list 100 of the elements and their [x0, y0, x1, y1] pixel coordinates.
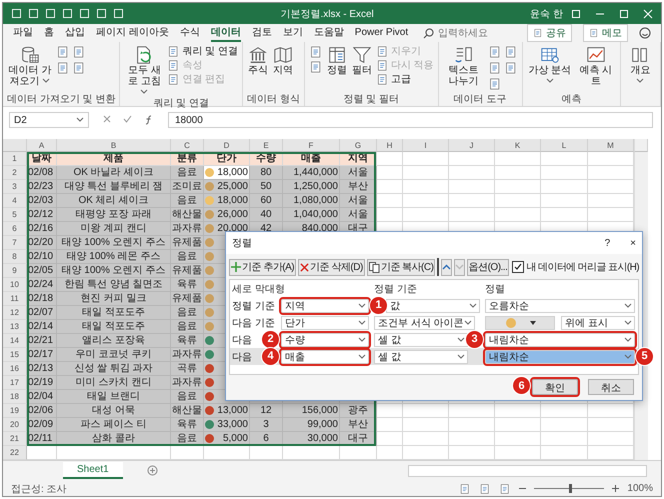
- table-cell: 02/14: [27, 320, 57, 334]
- table-cell: 조미료: [171, 180, 204, 194]
- table-cell: 유제품: [171, 236, 204, 250]
- table-cell: 60: [250, 194, 283, 208]
- table-cell: 02/13: [27, 362, 57, 376]
- table-cell: 태양 100% 오렌지 주스: [57, 264, 171, 278]
- table-cell: 02/24: [27, 278, 57, 292]
- table-cell: 156,000: [283, 404, 340, 418]
- table-cell: 02/08: [27, 166, 57, 180]
- table-cell: 02/06: [27, 404, 57, 418]
- table-cell: 대성 어묵: [57, 404, 171, 418]
- table-cell: 미왕 계피 캔디: [57, 222, 171, 236]
- table-cell: 02/19: [27, 376, 57, 390]
- table-cell: 곡류: [171, 362, 204, 376]
- table-cell: 태평양 포장 파래: [57, 208, 171, 222]
- table-cell: 서울: [340, 166, 377, 180]
- table-cell: 광주: [340, 404, 377, 418]
- table-cell: 26,000: [217, 208, 248, 221]
- column-heading: 세로 막대형: [232, 282, 286, 296]
- table-cell: 25,000: [217, 180, 248, 193]
- table-cell: 음료: [171, 194, 204, 208]
- table-cell: 우미 코코넛 쿠키: [57, 348, 171, 362]
- table-cell: 50: [250, 180, 283, 194]
- table-cell: 3: [250, 418, 283, 432]
- table-cell: 02/21: [27, 334, 57, 348]
- table-cell: 유제품: [171, 264, 204, 278]
- table-cell: 현진 커피 밀크: [57, 292, 171, 306]
- column-heading: 정렬: [485, 282, 506, 296]
- level-label: 다음: [232, 334, 252, 346]
- level-label: 정렬 기준: [232, 300, 275, 312]
- table-cell: 해산물: [171, 404, 204, 418]
- dialog-title: 정렬: [232, 237, 252, 250]
- group-label: 쿼리 및 연결: [152, 98, 210, 110]
- table-cell: 33,000: [217, 418, 248, 431]
- table-cell: 해산물: [171, 208, 204, 222]
- table-cell: 육류: [171, 418, 204, 432]
- table-cell: 40: [250, 208, 283, 222]
- group-label: 데이터 가져오기 및 변환: [7, 94, 116, 106]
- number-badge: 2: [261, 330, 280, 348]
- table-cell: 02/18: [27, 292, 57, 306]
- level-label: 다음 기준: [232, 316, 275, 330]
- table-cell: 02/04: [27, 390, 57, 404]
- table-cell: 태양 100% 오렌지 주스: [57, 236, 171, 250]
- table-cell: 1,440,000: [283, 166, 340, 180]
- table-cell: 02/23: [27, 180, 57, 194]
- table-cell: 과자류: [171, 348, 204, 362]
- number-badge: 3: [465, 330, 484, 348]
- table-cell: 1,080,000: [283, 194, 340, 208]
- table-cell: 태일 적포도주: [57, 306, 171, 320]
- level-label: 다음: [232, 350, 252, 364]
- group-label: 데이터 도구: [452, 94, 508, 106]
- table-cell: 80: [250, 166, 283, 180]
- table-cell: 12: [250, 404, 283, 418]
- table-cell: 부산: [340, 418, 377, 432]
- table-cell: 음료: [171, 250, 204, 264]
- group-label: 정렬 및 필터: [342, 94, 400, 106]
- number-badge: 6: [512, 376, 531, 395]
- table-cell: 부산: [340, 180, 377, 194]
- number-badge: 4: [261, 346, 280, 366]
- group-label: 데이터 형식: [247, 94, 300, 106]
- table-cell: 02/20: [27, 236, 57, 250]
- table-cell: 20,000: [217, 222, 248, 235]
- table-cell: 대양 특선 블루베리 잼: [57, 180, 171, 194]
- table-cell: 02/03: [27, 194, 57, 208]
- table-cell: 02/10: [27, 250, 57, 264]
- window-title: 기본정렬.xlsx - Excel: [279, 8, 375, 20]
- table-cell: 02/09: [27, 418, 57, 432]
- table-cell: 태양 100% 레몬 주스: [57, 250, 171, 264]
- table-cell: 5,000: [222, 432, 248, 445]
- table-cell: 한림 특선 양념 칠면조: [57, 278, 171, 292]
- table-cell: 과자류: [171, 376, 204, 390]
- table-cell: 1,040,000: [283, 208, 340, 222]
- table-cell: 13,000: [217, 404, 248, 417]
- table-cell: 앨리스 포장육: [57, 334, 171, 348]
- table-cell: 99,000: [283, 418, 340, 432]
- table-cell: 1,250,000: [283, 180, 340, 194]
- table-cell: 파스 페이스 티: [57, 418, 171, 432]
- table-cell: 음료: [171, 390, 204, 404]
- table-cell: 18,000: [217, 166, 248, 179]
- table-cell: 음료: [171, 166, 204, 180]
- table-cell: OK 체리 셰이크: [57, 194, 171, 208]
- table-cell: 02/07: [27, 306, 57, 320]
- table-cell: 18,000: [217, 194, 248, 207]
- table-cell: 02/05: [27, 264, 57, 278]
- table-cell: 02/16: [27, 222, 57, 236]
- group-label: 예측: [560, 94, 582, 106]
- table-cell: 음료: [171, 306, 204, 320]
- table-cell: 미미 스카치 캔디: [57, 376, 171, 390]
- table-cell: 과자류: [171, 222, 204, 236]
- table-cell: 육류: [171, 334, 204, 348]
- table-cell: 서울: [340, 208, 377, 222]
- table-cell: 02/17: [27, 348, 57, 362]
- table-cell: 태일 브랜디: [57, 390, 171, 404]
- table-cell: 서울: [340, 194, 377, 208]
- column-heading: 정렬 기준: [374, 282, 418, 296]
- number-badge: 1: [369, 296, 388, 314]
- table-cell: 음료: [171, 320, 204, 334]
- table-cell: 유제품: [171, 292, 204, 306]
- table-cell: 육류: [171, 278, 204, 292]
- table-cell: 태일 적포도주: [57, 320, 171, 334]
